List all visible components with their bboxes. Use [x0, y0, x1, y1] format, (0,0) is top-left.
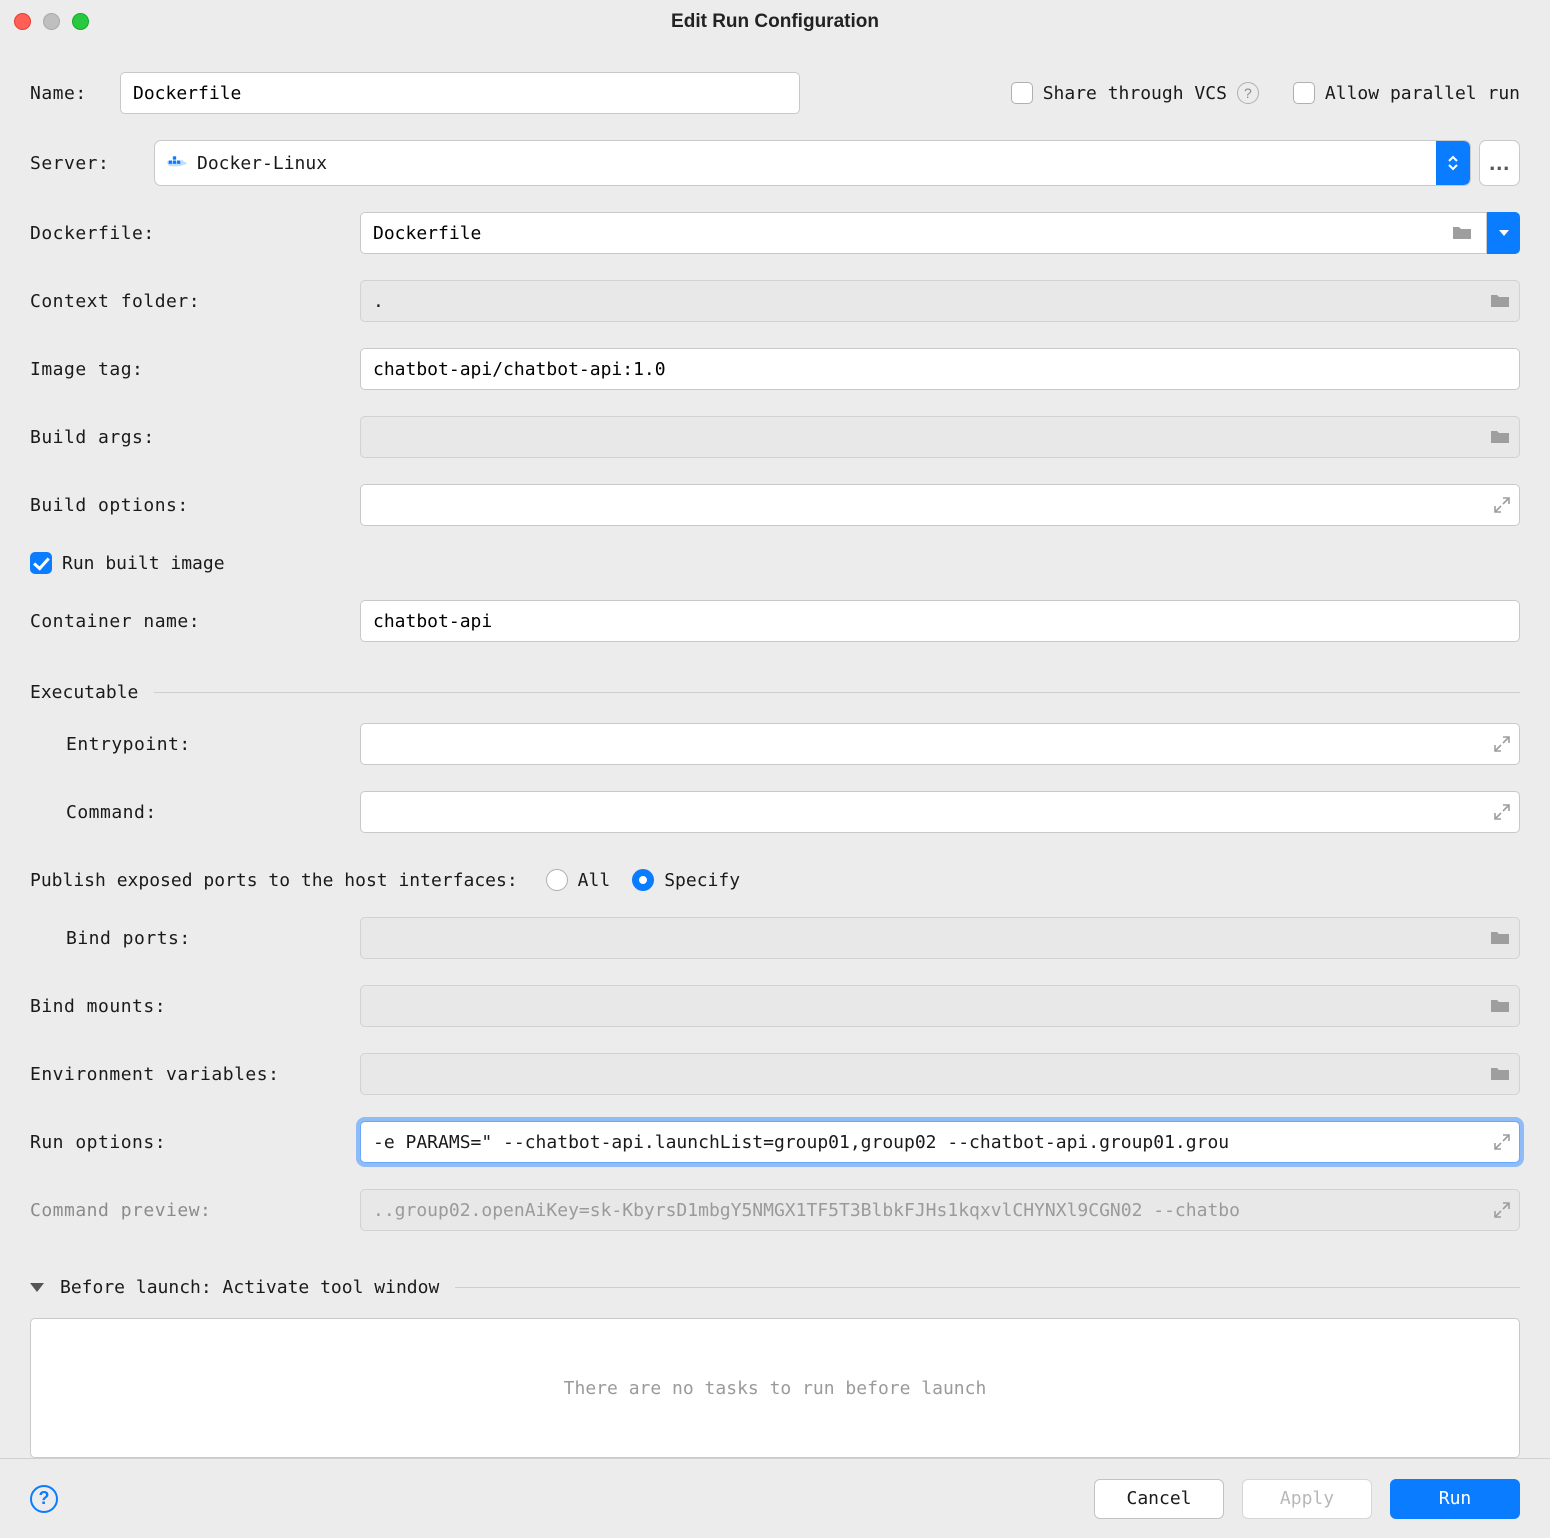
- chevron-down-icon: [30, 1283, 44, 1292]
- bind-ports-input[interactable]: [360, 917, 1520, 959]
- publish-ports-label: Publish exposed ports to the host interf…: [30, 870, 518, 891]
- apply-button: Apply: [1242, 1479, 1372, 1519]
- run-options-label: Run options:: [30, 1132, 360, 1153]
- build-options-input[interactable]: [360, 484, 1520, 526]
- build-args-label: Build args:: [30, 427, 360, 448]
- dockerfile-dropdown-button[interactable]: [1487, 212, 1520, 254]
- before-launch-empty: There are no tasks to run before launch: [564, 1378, 987, 1399]
- name-input[interactable]: [120, 72, 800, 114]
- help-icon[interactable]: ?: [1237, 82, 1259, 104]
- server-label: Server:: [30, 153, 154, 174]
- dockerfile-label: Dockerfile:: [30, 223, 360, 244]
- ports-specify-radio[interactable]: Specify: [632, 869, 740, 891]
- build-options-label: Build options:: [30, 495, 360, 516]
- bind-ports-label: Bind ports:: [30, 928, 360, 949]
- env-vars-input[interactable]: [360, 1053, 1520, 1095]
- before-launch-tasks[interactable]: There are no tasks to run before launch: [30, 1318, 1520, 1458]
- titlebar: Edit Run Configuration: [0, 0, 1550, 44]
- server-value: Docker-Linux: [197, 153, 327, 174]
- bind-mounts-input[interactable]: [360, 985, 1520, 1027]
- run-options-input[interactable]: -e PARAMS=" --chatbot-api.launchList=gro…: [360, 1121, 1520, 1163]
- build-args-input[interactable]: [360, 416, 1520, 458]
- entrypoint-input[interactable]: [360, 723, 1520, 765]
- run-built-image-label: Run built image: [62, 553, 225, 574]
- dockerfile-input[interactable]: [360, 212, 1487, 254]
- command-preview-label: Command preview:: [30, 1200, 360, 1221]
- share-vcs-checkbox[interactable]: Share through VCS ?: [1011, 82, 1259, 104]
- entrypoint-label: Entrypoint:: [30, 734, 360, 755]
- env-vars-label: Environment variables:: [30, 1064, 360, 1085]
- run-built-image-checkbox[interactable]: Run built image: [30, 552, 225, 574]
- server-more-button[interactable]: …: [1479, 140, 1520, 186]
- image-tag-label: Image tag:: [30, 359, 360, 380]
- share-vcs-label: Share through VCS: [1043, 83, 1227, 104]
- name-label: Name:: [30, 83, 120, 104]
- bind-mounts-label: Bind mounts:: [30, 996, 360, 1017]
- command-input[interactable]: [360, 791, 1520, 833]
- run-button[interactable]: Run: [1390, 1479, 1520, 1519]
- ports-all-radio[interactable]: All: [546, 869, 611, 891]
- before-launch-header[interactable]: Before launch: Activate tool window: [30, 1277, 1520, 1298]
- context-folder-label: Context folder:: [30, 291, 360, 312]
- allow-parallel-label: Allow parallel run: [1325, 83, 1520, 104]
- dialog-footer: ? Cancel Apply Run: [0, 1458, 1550, 1538]
- container-name-label: Container name:: [30, 611, 360, 632]
- cancel-button[interactable]: Cancel: [1094, 1479, 1224, 1519]
- docker-icon: [167, 153, 187, 173]
- image-tag-input[interactable]: [360, 348, 1520, 390]
- executable-section-header: Executable: [30, 682, 1520, 703]
- container-name-input[interactable]: [360, 600, 1520, 642]
- window-title: Edit Run Configuration: [0, 11, 1550, 33]
- context-folder-input[interactable]: .: [360, 280, 1520, 322]
- allow-parallel-checkbox[interactable]: Allow parallel run: [1293, 82, 1520, 104]
- server-dropdown[interactable]: Docker-Linux: [154, 140, 1471, 186]
- help-button[interactable]: ?: [30, 1485, 58, 1513]
- command-preview-input: ..group02.openAiKey=sk-KbyrsD1mbgY5NMGX1…: [360, 1189, 1520, 1231]
- command-label: Command:: [30, 802, 360, 823]
- chevron-up-down-icon: [1436, 141, 1470, 185]
